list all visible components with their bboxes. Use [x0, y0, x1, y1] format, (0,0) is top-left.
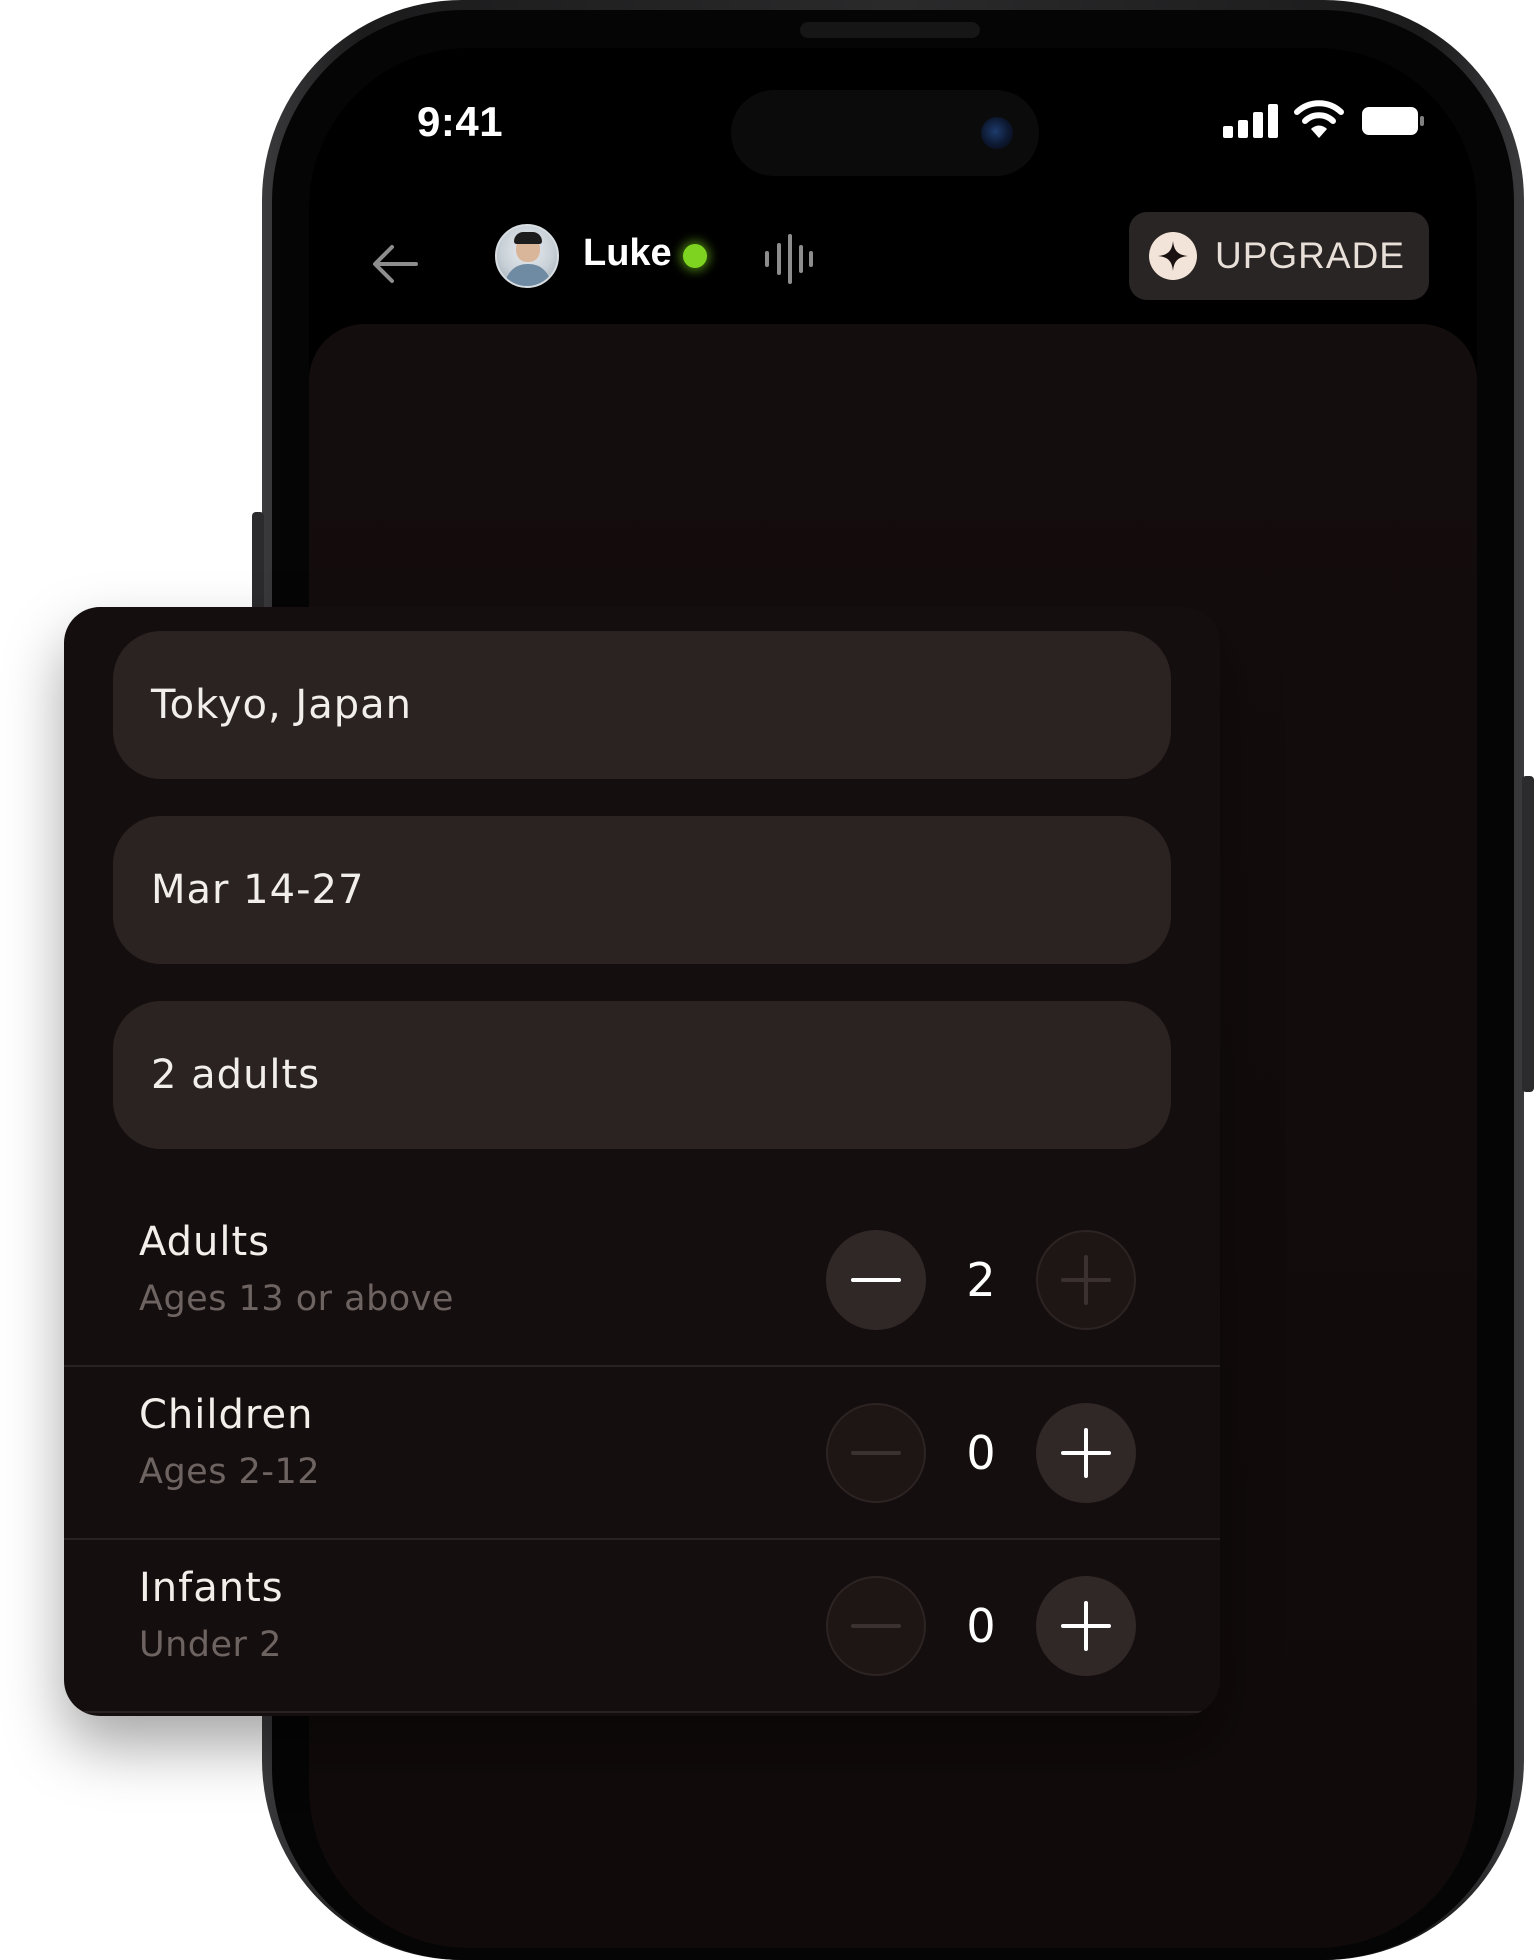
avatar[interactable] — [495, 224, 559, 288]
adults-count: 2 — [966, 1253, 996, 1307]
upgrade-button[interactable]: UPGRADE — [1129, 212, 1429, 300]
guest-row-children: Children Ages 2-12 0 — [64, 1368, 1220, 1540]
infants-decrement-button[interactable] — [826, 1576, 926, 1676]
guest-type-subtitle: Ages 2-12 — [139, 1452, 320, 1492]
back-button[interactable] — [365, 234, 425, 294]
destination-field[interactable]: Tokyo, Japan — [113, 631, 1171, 779]
sparkle-plus-icon — [1149, 232, 1197, 280]
avatar-body — [505, 264, 551, 286]
minus-icon — [851, 1624, 901, 1628]
minus-icon — [851, 1278, 901, 1282]
guest-type-subtitle: Ages 13 or above — [139, 1279, 454, 1319]
plus-icon — [1061, 1255, 1111, 1305]
online-status-indicator — [683, 244, 707, 268]
plus-icon — [1061, 1601, 1111, 1651]
minus-icon — [851, 1451, 901, 1455]
guest-row-infants: Infants Under 2 0 — [64, 1541, 1220, 1713]
infants-count: 0 — [966, 1599, 996, 1653]
guest-type-title: Children — [139, 1392, 314, 1438]
avatar-hair — [514, 232, 542, 244]
dates-field[interactable]: Mar 14-27 — [113, 816, 1171, 964]
battery-icon — [1362, 107, 1424, 135]
arrow-left-icon — [373, 245, 418, 283]
guest-type-subtitle: Under 2 — [139, 1625, 282, 1665]
wifi-icon — [1294, 100, 1344, 138]
guest-type-title: Adults — [139, 1219, 271, 1265]
upgrade-label: UPGRADE — [1215, 235, 1405, 276]
guest-type-title: Infants — [139, 1565, 284, 1611]
adults-increment-button[interactable] — [1036, 1230, 1136, 1330]
voice-wave-icon[interactable] — [763, 234, 815, 284]
children-decrement-button[interactable] — [826, 1403, 926, 1503]
status-time: 9:41 — [417, 98, 504, 145]
front-camera-icon — [981, 117, 1013, 149]
children-count: 0 — [966, 1426, 996, 1480]
phone-power-button — [1522, 776, 1534, 1092]
guest-selection-card: Tokyo, Japan Mar 14-27 2 adults Adults A… — [64, 607, 1220, 1716]
cellular-signal-icon — [1223, 104, 1279, 138]
plus-icon — [1061, 1428, 1111, 1478]
infants-increment-button[interactable] — [1036, 1576, 1136, 1676]
guests-summary-field[interactable]: 2 adults — [113, 1001, 1171, 1149]
adults-decrement-button[interactable] — [826, 1230, 926, 1330]
children-increment-button[interactable] — [1036, 1403, 1136, 1503]
guest-row-adults: Adults Ages 13 or above 2 — [64, 1195, 1220, 1367]
user-name: Luke — [583, 232, 672, 274]
dynamic-island — [731, 90, 1039, 176]
phone-silent-switch — [252, 512, 264, 612]
phone-speaker — [800, 22, 980, 38]
